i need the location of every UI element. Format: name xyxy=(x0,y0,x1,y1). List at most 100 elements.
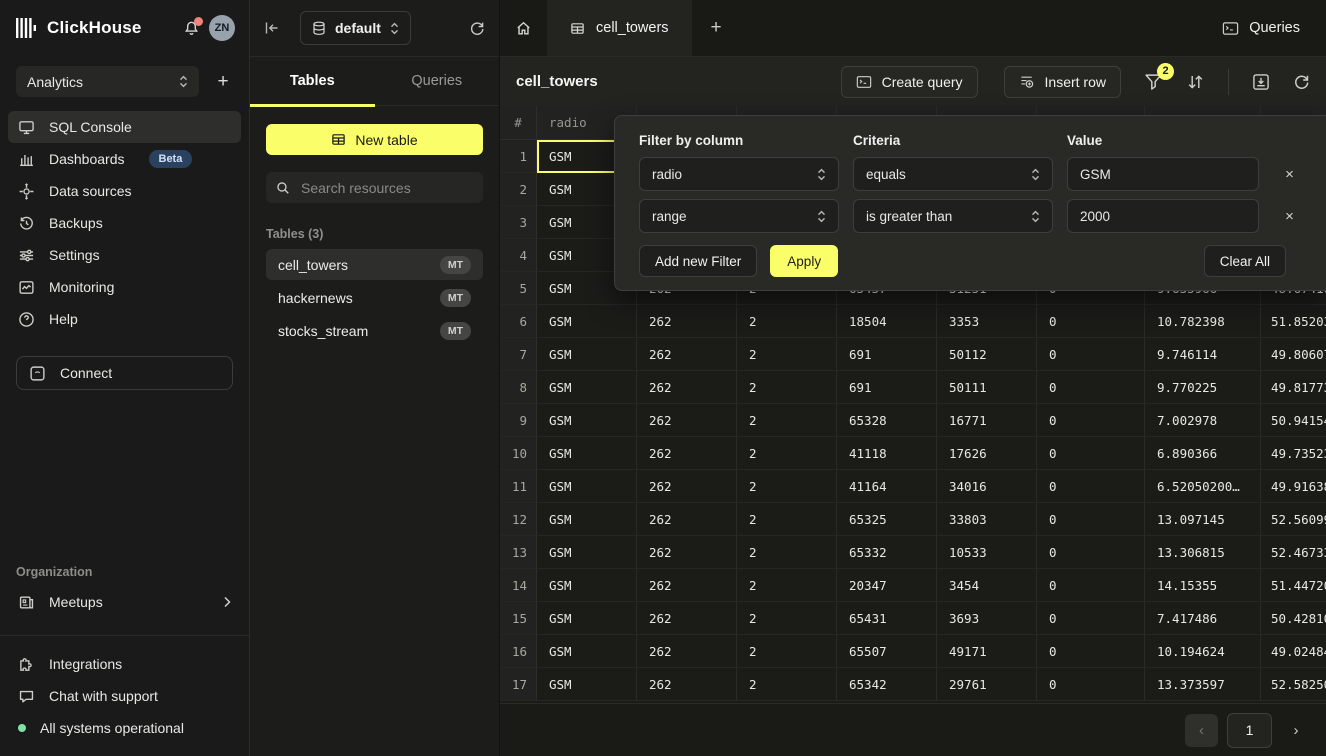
table-cell[interactable]: 0 xyxy=(1037,536,1145,569)
table-cell[interactable]: 13.306815 xyxy=(1145,536,1261,569)
table-cell[interactable]: 0 xyxy=(1037,305,1145,338)
download-button[interactable] xyxy=(1252,73,1270,91)
table-cell[interactable]: 9.746114 xyxy=(1145,338,1261,371)
home-button[interactable] xyxy=(500,0,547,56)
filter-criteria-select[interactable]: equals xyxy=(853,157,1053,191)
table-cell[interactable]: 0 xyxy=(1037,371,1145,404)
table-cell[interactable]: 17626 xyxy=(937,437,1037,470)
table-cell[interactable]: 41164 xyxy=(837,470,937,503)
table-cell[interactable]: 3693 xyxy=(937,602,1037,635)
table-cell[interactable]: 65507 xyxy=(837,635,937,668)
table-cell[interactable]: GSM xyxy=(537,668,637,701)
table-cell[interactable]: 13.373597 xyxy=(1145,668,1261,701)
table-cell[interactable]: 49.817739 xyxy=(1261,371,1326,404)
table-cell[interactable]: 65325 xyxy=(837,503,937,536)
database-selector[interactable]: default xyxy=(300,11,411,45)
remove-filter-button[interactable]: × xyxy=(1275,166,1304,183)
tab-cell-towers[interactable]: cell_towers xyxy=(547,0,692,56)
table-cell[interactable]: 262 xyxy=(637,470,737,503)
table-cell[interactable]: 29761 xyxy=(937,668,1037,701)
table-cell[interactable]: 2 xyxy=(737,371,837,404)
connect-button[interactable]: Connect xyxy=(16,356,233,390)
table-cell[interactable]: GSM xyxy=(537,536,637,569)
table-cell[interactable]: 41118 xyxy=(837,437,937,470)
table-cell[interactable]: 65342 xyxy=(837,668,937,701)
search-input[interactable] xyxy=(299,179,484,197)
table-cell[interactable]: 262 xyxy=(637,602,737,635)
filter-value-input[interactable] xyxy=(1067,157,1259,191)
tab-queries[interactable]: Queries xyxy=(375,57,500,105)
table-cell[interactable]: 7.417486 xyxy=(1145,602,1261,635)
table-cell[interactable]: GSM xyxy=(537,569,637,602)
table-cell[interactable]: 7.002978 xyxy=(1145,404,1261,437)
filter-criteria-select[interactable]: is greater than xyxy=(853,199,1053,233)
table-cell[interactable]: 262 xyxy=(637,569,737,602)
table-cell[interactable]: 6.890366 xyxy=(1145,437,1261,470)
table-cell[interactable]: 52.582505 xyxy=(1261,668,1326,701)
table-cell[interactable]: 262 xyxy=(637,668,737,701)
table-cell[interactable]: 262 xyxy=(637,635,737,668)
table-cell[interactable]: 262 xyxy=(637,503,737,536)
table-cell[interactable]: 65328 xyxy=(837,404,937,437)
table-list-item-hackernews[interactable]: hackernews MT xyxy=(266,282,483,313)
table-cell[interactable]: 2 xyxy=(737,470,837,503)
row-number-header[interactable]: # xyxy=(500,106,537,140)
collapse-sidebar-icon[interactable] xyxy=(264,21,280,35)
table-cell[interactable]: 49.806073 xyxy=(1261,338,1326,371)
new-table-button[interactable]: New table xyxy=(266,124,483,155)
table-cell[interactable]: 49171 xyxy=(937,635,1037,668)
table-cell[interactable]: 50.941544 xyxy=(1261,404,1326,437)
system-status-row[interactable]: All systems operational xyxy=(8,712,241,744)
table-cell[interactable]: GSM xyxy=(537,503,637,536)
table-cell[interactable]: 2 xyxy=(737,404,837,437)
sidebar-item-help[interactable]: Help xyxy=(8,303,241,335)
filter-column-select[interactable]: radio xyxy=(639,157,839,191)
table-cell[interactable]: 14.15355 xyxy=(1145,569,1261,602)
table-cell[interactable]: 2 xyxy=(737,536,837,569)
table-cell[interactable]: 0 xyxy=(1037,602,1145,635)
refresh-tables-icon[interactable] xyxy=(469,20,485,36)
table-cell[interactable]: 0 xyxy=(1037,470,1145,503)
previous-page-button[interactable]: ‹ xyxy=(1185,714,1218,747)
table-cell[interactable]: 50.428105 xyxy=(1261,602,1326,635)
table-cell[interactable]: 18504 xyxy=(837,305,937,338)
next-page-button[interactable]: › xyxy=(1281,722,1311,739)
table-cell[interactable]: GSM xyxy=(537,305,637,338)
remove-filter-button[interactable]: × xyxy=(1275,208,1304,225)
create-query-button[interactable]: Create query xyxy=(841,66,978,98)
table-cell[interactable]: 0 xyxy=(1037,668,1145,701)
apply-filters-button[interactable]: Apply xyxy=(770,245,838,277)
sidebar-item-backups[interactable]: Backups xyxy=(8,207,241,239)
table-cell[interactable]: 51.447201 xyxy=(1261,569,1326,602)
table-cell[interactable]: 0 xyxy=(1037,635,1145,668)
user-avatar[interactable]: ZN xyxy=(209,15,235,41)
add-service-button[interactable]: + xyxy=(213,71,233,93)
queries-button[interactable]: Queries xyxy=(1196,0,1326,56)
add-new-filter-button[interactable]: Add new Filter xyxy=(639,245,757,277)
table-list-item-cell-towers[interactable]: cell_towers MT xyxy=(266,249,483,280)
table-cell[interactable]: GSM xyxy=(537,371,637,404)
sidebar-item-meetups[interactable]: Meetups xyxy=(8,586,241,618)
table-cell[interactable]: 20347 xyxy=(837,569,937,602)
table-cell[interactable]: 33803 xyxy=(937,503,1037,536)
table-cell[interactable]: 262 xyxy=(637,536,737,569)
tab-tables[interactable]: Tables xyxy=(250,57,375,105)
table-cell[interactable]: 0 xyxy=(1037,404,1145,437)
table-cell[interactable]: 2 xyxy=(737,503,837,536)
table-cell[interactable]: 50112 xyxy=(937,338,1037,371)
table-cell[interactable]: 49.916384 xyxy=(1261,470,1326,503)
table-cell[interactable]: 262 xyxy=(637,437,737,470)
table-cell[interactable]: 2 xyxy=(737,437,837,470)
table-cell[interactable]: 51.852036 xyxy=(1261,305,1326,338)
table-cell[interactable]: 262 xyxy=(637,404,737,437)
table-cell[interactable]: 16771 xyxy=(937,404,1037,437)
table-cell[interactable]: 2 xyxy=(737,635,837,668)
table-cell[interactable]: 65332 xyxy=(837,536,937,569)
table-cell[interactable]: 50111 xyxy=(937,371,1037,404)
table-cell[interactable]: 13.097145 xyxy=(1145,503,1261,536)
new-tab-button[interactable]: + xyxy=(692,0,741,56)
table-cell[interactable]: 65431 xyxy=(837,602,937,635)
sort-button[interactable] xyxy=(1186,73,1205,91)
filter-column-select[interactable]: range xyxy=(639,199,839,233)
table-cell[interactable]: 49.024841 xyxy=(1261,635,1326,668)
